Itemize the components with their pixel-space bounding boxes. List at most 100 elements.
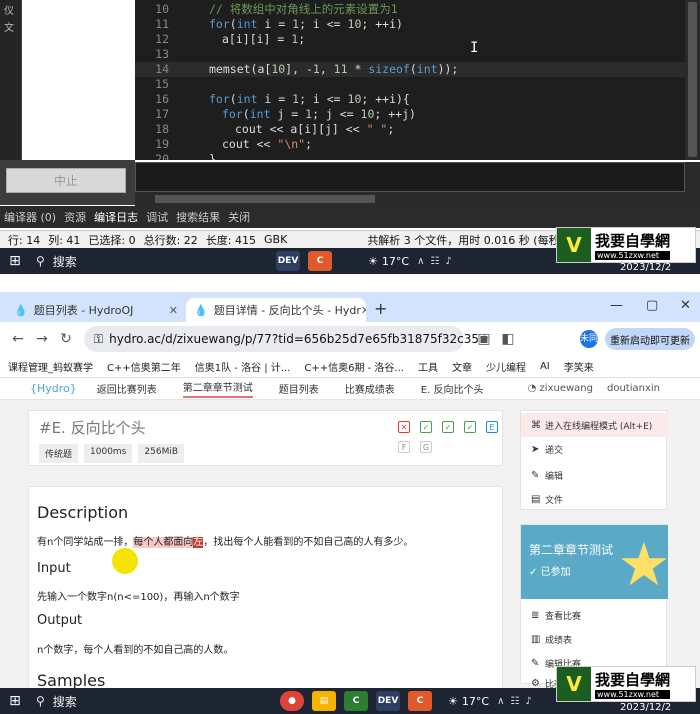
hydro-tab-icon: 💧 (14, 303, 28, 317)
bookmark-folder[interactable]: 文章 (452, 359, 472, 374)
code-line[interactable]: 12 a[i][i] = 1; (135, 32, 685, 47)
bookmark-folder[interactable]: 工具 (418, 359, 438, 374)
close-icon[interactable]: ✕ (169, 304, 178, 317)
devcpp-icon[interactable]: DEV (276, 251, 300, 271)
problem-nav-g[interactable]: G (420, 441, 432, 453)
nav-contest[interactable]: 第二章章节测试 (182, 379, 253, 398)
line-number: 15 (155, 77, 169, 91)
bookmark[interactable]: C++信奥第二年 (107, 359, 181, 374)
notes-icon[interactable]: ▤ (312, 691, 336, 711)
tab-debug[interactable]: 调试 (146, 209, 168, 225)
editor-scrollbar[interactable] (685, 0, 700, 160)
weather-icon: ☀ (368, 254, 378, 268)
taskbar-search[interactable]: ⚲ 搜索 (36, 253, 226, 270)
tab-search-results[interactable]: 搜索结果 (176, 209, 220, 225)
back-icon[interactable]: ← (6, 331, 30, 347)
browser-tab-active[interactable]: 💧 题目详情 - 反向比个头 - Hydr ✕ (186, 298, 366, 322)
bookmark-folder[interactable]: 李笑来 (564, 359, 594, 374)
online-ide-action[interactable]: ⌘ 进入在线编程模式 (Alt+E) (521, 413, 668, 437)
bookmark-folder[interactable]: 少儿编程 (486, 359, 526, 374)
forward-icon[interactable]: → (30, 331, 54, 347)
code-line[interactable]: 16 for(int i = 1; i <= 10; ++i){ (135, 92, 685, 107)
horizontal-scrollbar[interactable] (135, 192, 685, 206)
taskbar-search[interactable]: ⚲ 搜索 (36, 693, 226, 710)
weather[interactable]: ☀ 17°C (448, 695, 489, 708)
new-tab-icon[interactable]: + (374, 299, 387, 318)
profile-avatar[interactable]: 未同步 (580, 330, 598, 362)
code-line[interactable]: 19 cout << "\n"; (135, 137, 685, 152)
browser-tab[interactable]: 💧 题目列表 - HydroOJ ✕ (6, 298, 186, 322)
nav-problems[interactable]: 题目列表 (279, 381, 319, 396)
bookmark[interactable]: C++信奥6期 - 洛谷... (304, 359, 404, 374)
network-icon: ☷ (430, 255, 440, 267)
tab-compile-log[interactable]: 编译日志 (94, 209, 138, 225)
cursor-highlight (112, 548, 138, 574)
close-window-icon[interactable]: ✕ (680, 298, 691, 313)
watermark-logo: V (557, 228, 591, 262)
code-line[interactable]: 17 for(int j = 1; j <= 10; ++j) (135, 107, 685, 122)
problem-nav-x[interactable]: ✕ (398, 421, 410, 433)
status-row: 行: 14 (8, 233, 41, 247)
tab-resources[interactable]: 资源 (64, 209, 86, 225)
line-number: 14 (155, 62, 169, 76)
view-contest-link[interactable]: ≣ 查看比赛 (521, 603, 668, 627)
files-action[interactable]: ▤ 文件 (521, 487, 668, 511)
update-button[interactable]: 重新启动即可更新 (605, 328, 695, 350)
scoreboard-link[interactable]: ▥ 成绩表 (521, 627, 668, 651)
bookmark[interactable]: 课程管理_蚂蚁赛学 (8, 359, 93, 374)
nav-back-contests[interactable]: 返回比赛列表 (97, 381, 157, 396)
system-tray[interactable]: ∧ ☷ ♪ (417, 256, 452, 267)
maximize-icon[interactable]: ▢ (646, 298, 658, 313)
c-app-icon[interactable]: C (308, 251, 332, 271)
code-text: for(int i = 1; i <= 10; ++i){ (209, 92, 410, 106)
nav-scoreboard[interactable]: 比赛成绩表 (345, 381, 395, 396)
chrome-icon[interactable]: ● (280, 691, 304, 711)
tab-compiler[interactable]: 编译器 (0) (4, 209, 56, 225)
code-line[interactable]: 11 for(int i = 1; i <= 10; ++i) (135, 17, 685, 32)
close-icon[interactable]: ✕ (361, 304, 366, 317)
code-text: memset(a[10], -1, 11 * sizeof(int)); (209, 62, 459, 76)
text-cursor-icon: I (470, 40, 479, 56)
problem-nav-f[interactable]: F (398, 441, 410, 453)
code-line[interactable]: 14 memset(a[10], -1, 11 * sizeof(int)); (135, 62, 685, 77)
code-line[interactable]: 18 cout << a[i][j] << " "; (135, 122, 685, 137)
problem-nav-check[interactable]: ✓ (442, 421, 454, 433)
nav-current-problem[interactable]: E. 反向比个头 (421, 381, 484, 396)
output-scrollbar[interactable] (685, 162, 700, 206)
weather[interactable]: ☀ 17°C (368, 255, 409, 268)
code-line[interactable]: 15 (135, 77, 685, 92)
hydro-logo[interactable]: {Hydro} (30, 382, 77, 395)
search-label: 搜索 (52, 254, 77, 269)
minimize-icon[interactable]: — (610, 298, 623, 313)
code-text: for(int j = 1; j <= 10; ++j) (222, 107, 416, 121)
stop-button[interactable]: 中止 (6, 168, 126, 193)
devcpp-icon[interactable]: DEV (376, 691, 400, 711)
c-app-icon-2[interactable]: C (408, 691, 432, 711)
line-number: 16 (155, 92, 169, 106)
submit-action[interactable]: ➤ 递交 (521, 437, 668, 461)
lock-icon: ⚿ (94, 331, 104, 346)
c-app-icon[interactable]: C (344, 691, 368, 711)
user-menu-2[interactable]: doutianxin (607, 383, 660, 394)
sidebar-icon[interactable]: ◧ (496, 331, 520, 347)
bookmark-folder[interactable]: AI (540, 361, 550, 372)
code-editor[interactable]: 10 // 将数组中对角线上的元素设置为1 11 for(int i = 1; i <… (135, 0, 685, 160)
windows-start-icon[interactable]: ⊞ (0, 693, 30, 709)
code-line[interactable]: 20} (135, 152, 685, 160)
edit-action[interactable]: ✎ 编辑 (521, 463, 668, 487)
url-text: hydro.ac/d/zixuewang/p/77?tid=656b25d7e6… (109, 332, 479, 346)
address-bar[interactable]: ⚿ hydro.ac/d/zixuewang/p/77?tid=656b25d7e… (84, 326, 490, 352)
user-menu[interactable]: ◔ zixuewang (528, 383, 593, 394)
system-tray[interactable]: ∧ ☷ ♪ (497, 696, 532, 707)
code-line[interactable]: 10 // 将数组中对角线上的元素设置为1 (135, 2, 685, 17)
watermark-url: www.51zxw.net (595, 251, 671, 260)
bookmark[interactable]: 信奥1队 - 洛谷 | 计... (195, 359, 291, 374)
reload-icon[interactable]: ↻ (54, 331, 78, 347)
problem-nav-e[interactable]: E (486, 421, 498, 433)
extensions-icon[interactable]: ▣ (472, 331, 496, 347)
code-line[interactable]: 13 (135, 47, 685, 62)
tab-close[interactable]: 关闭 (228, 209, 250, 225)
windows-start-icon[interactable]: ⊞ (0, 253, 30, 269)
problem-nav-check[interactable]: ✓ (420, 421, 432, 433)
problem-nav-check[interactable]: ✓ (464, 421, 476, 433)
